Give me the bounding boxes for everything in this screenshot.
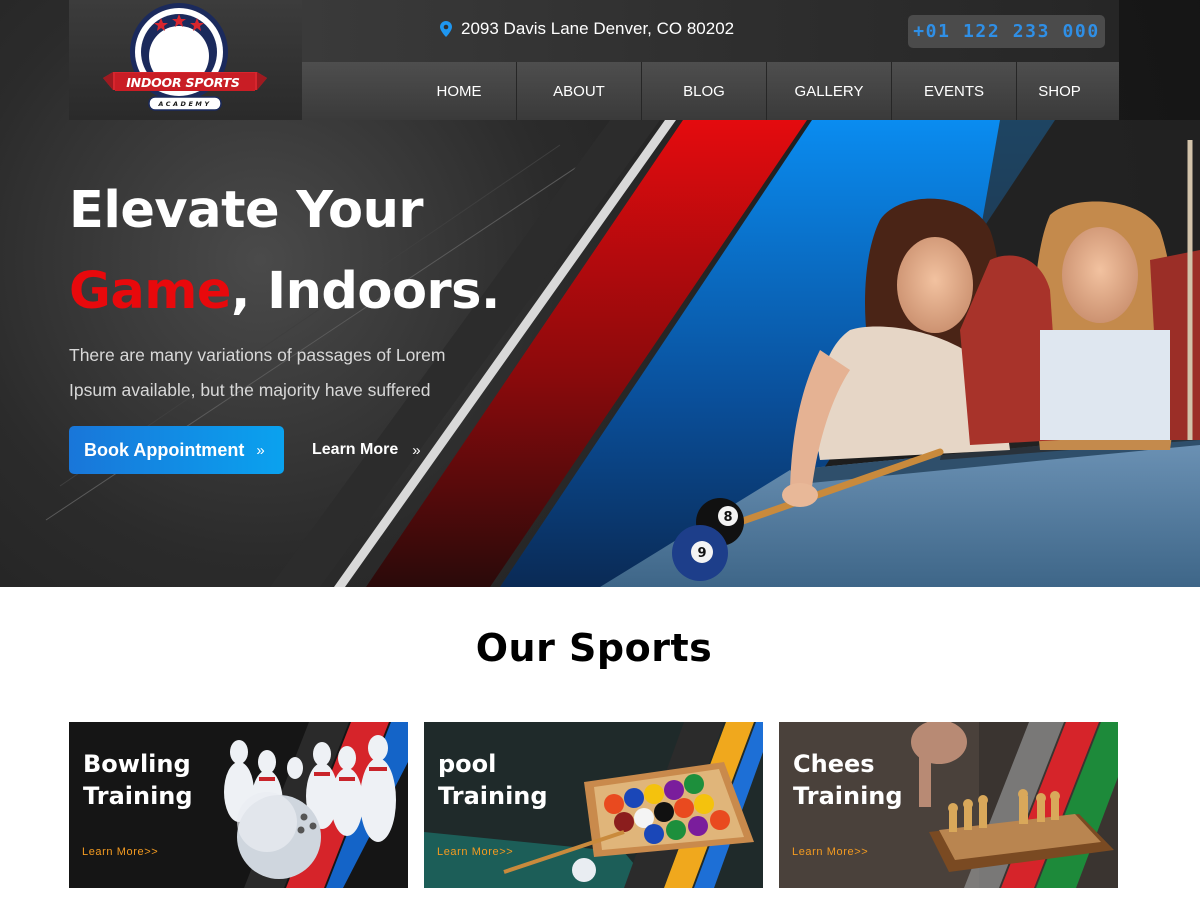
nav-item-home[interactable]: HOME bbox=[402, 62, 516, 120]
site-logo[interactable]: INDOOR SPORTS ACADEMY bbox=[69, 0, 302, 120]
eight-ball-number: 8 bbox=[723, 510, 732, 525]
hero-section: 8 9 INDOOR SPORTS ACADEMY 2093 Davis Lan… bbox=[0, 0, 1200, 587]
hero-title-rest: , Indoors. bbox=[231, 262, 500, 321]
nav-item-about[interactable]: ABOUT bbox=[517, 62, 641, 120]
logo-subtitle: ACADEMY bbox=[158, 100, 212, 108]
card-learn-more-link[interactable]: Learn More>> bbox=[792, 846, 868, 858]
card-title: Bowling Training bbox=[83, 748, 283, 812]
chevron-right-icon: » bbox=[256, 441, 265, 459]
hero-title: Elevate Your Game, Indoors. bbox=[69, 170, 589, 332]
map-pin-icon bbox=[440, 21, 452, 37]
card-title-line1: Bowling bbox=[83, 750, 191, 778]
card-title: pool Training bbox=[438, 748, 638, 812]
card-title-line2: Training bbox=[793, 782, 903, 810]
card-title-line2: Training bbox=[83, 782, 193, 810]
card-title-line1: pool bbox=[438, 750, 497, 778]
learn-more-button[interactable]: Learn More » bbox=[312, 436, 421, 464]
card-title-line1: Chees bbox=[793, 750, 875, 778]
nine-ball-number: 9 bbox=[697, 546, 706, 561]
nav-item-shop[interactable]: SHOP bbox=[1017, 62, 1102, 120]
nav-item-events[interactable]: EVENTS bbox=[892, 62, 1016, 120]
top-bar: 2093 Davis Lane Denver, CO 80202 +01 122… bbox=[302, 0, 1119, 62]
nav-item-gallery[interactable]: GALLERY bbox=[767, 62, 891, 120]
card-learn-more-link[interactable]: Learn More>> bbox=[437, 846, 513, 858]
card-title-line2: Training bbox=[438, 782, 548, 810]
learn-more-label: Learn More bbox=[312, 441, 399, 458]
card-title: Chees Training bbox=[793, 748, 993, 812]
sport-card-chess[interactable]: Chees Training Learn More>> bbox=[779, 722, 1118, 888]
hero-title-highlight: Game bbox=[69, 262, 232, 321]
sports-section-title: Our Sports bbox=[475, 626, 713, 670]
card-learn-more-link[interactable]: Learn More>> bbox=[82, 846, 158, 858]
book-appointment-button[interactable]: Book Appointment » bbox=[69, 426, 284, 474]
main-nav: HOME ABOUT BLOG GALLERY EVENTS SHOP bbox=[302, 62, 1119, 120]
chevron-right-icon: » bbox=[412, 441, 421, 459]
sport-card-pool[interactable]: pool Training Learn More>> bbox=[424, 722, 763, 888]
hero-description: There are many variations of passages of… bbox=[69, 345, 446, 400]
nav-item-blog[interactable]: BLOG bbox=[642, 62, 766, 120]
sport-card-bowling[interactable]: Bowling Training Learn More>> bbox=[69, 722, 408, 888]
book-appointment-label: Book Appointment bbox=[84, 439, 245, 460]
hero-title-line1: Elevate Your bbox=[69, 181, 424, 240]
address-text: 2093 Davis Lane Denver, CO 80202 bbox=[461, 19, 735, 38]
address: 2093 Davis Lane Denver, CO 80202 bbox=[440, 19, 734, 39]
phone-number[interactable]: +01 122 233 000 bbox=[908, 15, 1105, 48]
logo-title: INDOOR SPORTS bbox=[126, 75, 240, 90]
